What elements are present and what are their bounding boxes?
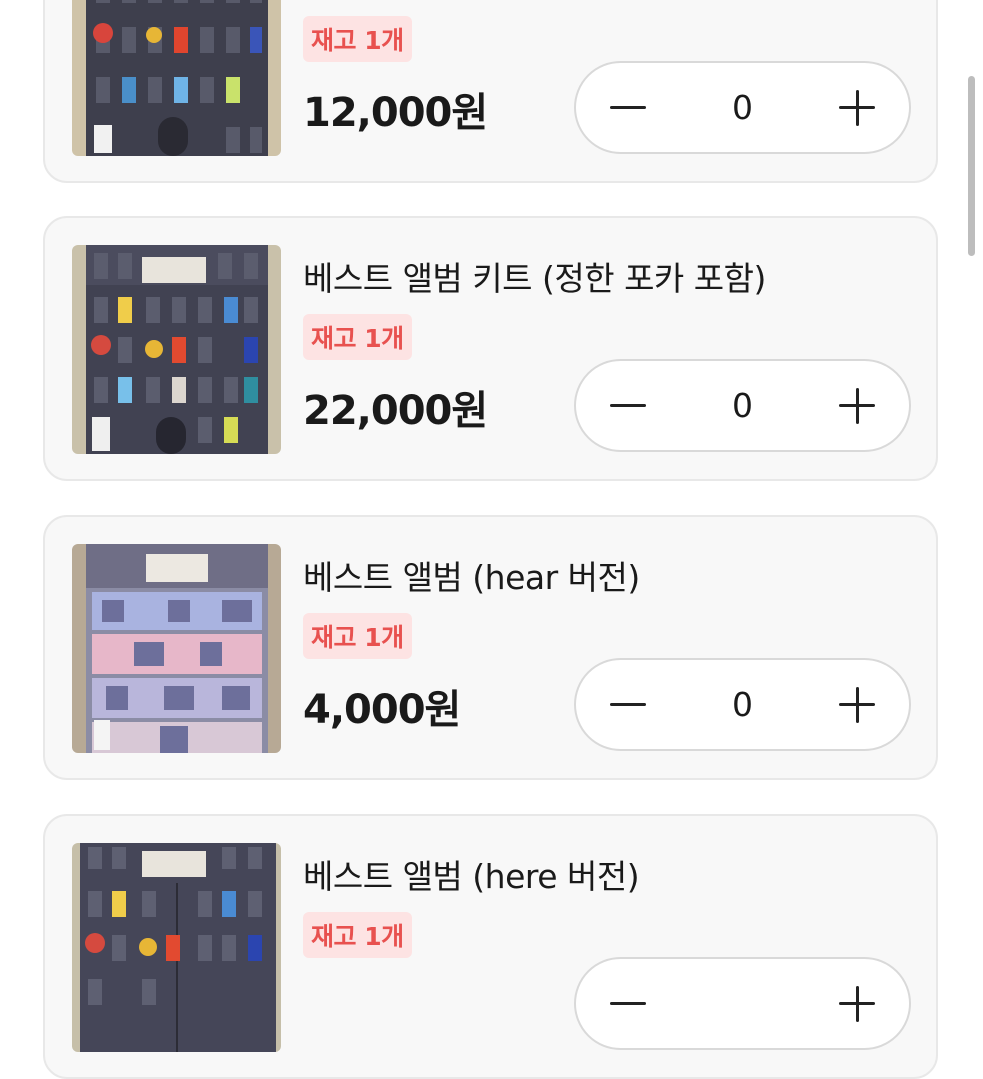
product-title: 베스트 앨범 (here 버전) [303, 857, 640, 896]
album-building-image [72, 843, 281, 1052]
quantity-stepper: 0 [574, 61, 911, 154]
plus-icon [839, 387, 875, 424]
product-card[interactable]: 베스트 앨범 (hear 버전) 재고 1개 4,000원 0 [43, 515, 938, 780]
quantity-stepper: 0 [574, 359, 911, 452]
minus-icon [610, 1002, 646, 1005]
product-price: 22,000원 [303, 388, 488, 434]
product-card[interactable]: 베스트 앨범 키트 (정한 포카 포함) 재고 1개 22,000원 0 [43, 216, 938, 481]
minus-icon [610, 106, 646, 109]
increase-button[interactable] [813, 361, 901, 450]
stock-badge: 재고 1개 [303, 613, 412, 659]
album-building-image [72, 0, 281, 156]
decrease-button[interactable] [584, 63, 672, 152]
stock-badge: 재고 1개 [303, 912, 412, 958]
product-title: 베스트 앨범 키트 (정한 포카 포함) [303, 259, 766, 298]
quantity-value [686, 959, 799, 1048]
minus-icon [610, 703, 646, 706]
product-price: 12,000원 [303, 90, 488, 136]
quantity-value: 0 [732, 386, 753, 425]
album-building-image [72, 245, 281, 454]
scrollbar[interactable] [968, 76, 975, 256]
product-title: 베스트 앨범 (hear 버전) [303, 558, 640, 597]
stock-badge: 재고 1개 [303, 16, 412, 62]
album-thumbnail[interactable] [72, 245, 281, 454]
decrease-button[interactable] [584, 959, 672, 1048]
increase-button[interactable] [813, 63, 901, 152]
quantity-stepper: 0 [574, 658, 911, 751]
product-card[interactable]: 베스트 앨범 (here 버전) 재고 1개 [43, 814, 938, 1079]
quantity-value: 0 [732, 88, 753, 127]
increase-button[interactable] [813, 959, 901, 1048]
album-thumbnail[interactable] [72, 843, 281, 1052]
plus-icon [839, 89, 875, 126]
quantity-stepper [574, 957, 911, 1050]
product-price: 4,000원 [303, 687, 461, 733]
minus-icon [610, 404, 646, 407]
stock-badge: 재고 1개 [303, 314, 412, 360]
album-thumbnail[interactable] [72, 0, 281, 156]
product-list: 재고 1개 12,000원 0 베스트 앨범 키트 (정한 포카 포함) 재고 … [0, 0, 983, 1079]
decrease-button[interactable] [584, 660, 672, 749]
product-card[interactable]: 재고 1개 12,000원 0 [43, 0, 938, 183]
decrease-button[interactable] [584, 361, 672, 450]
increase-button[interactable] [813, 660, 901, 749]
plus-icon [839, 686, 875, 723]
plus-icon [839, 985, 875, 1022]
quantity-value: 0 [732, 685, 753, 724]
album-thumbnail[interactable] [72, 544, 281, 753]
album-building-image [72, 544, 281, 753]
